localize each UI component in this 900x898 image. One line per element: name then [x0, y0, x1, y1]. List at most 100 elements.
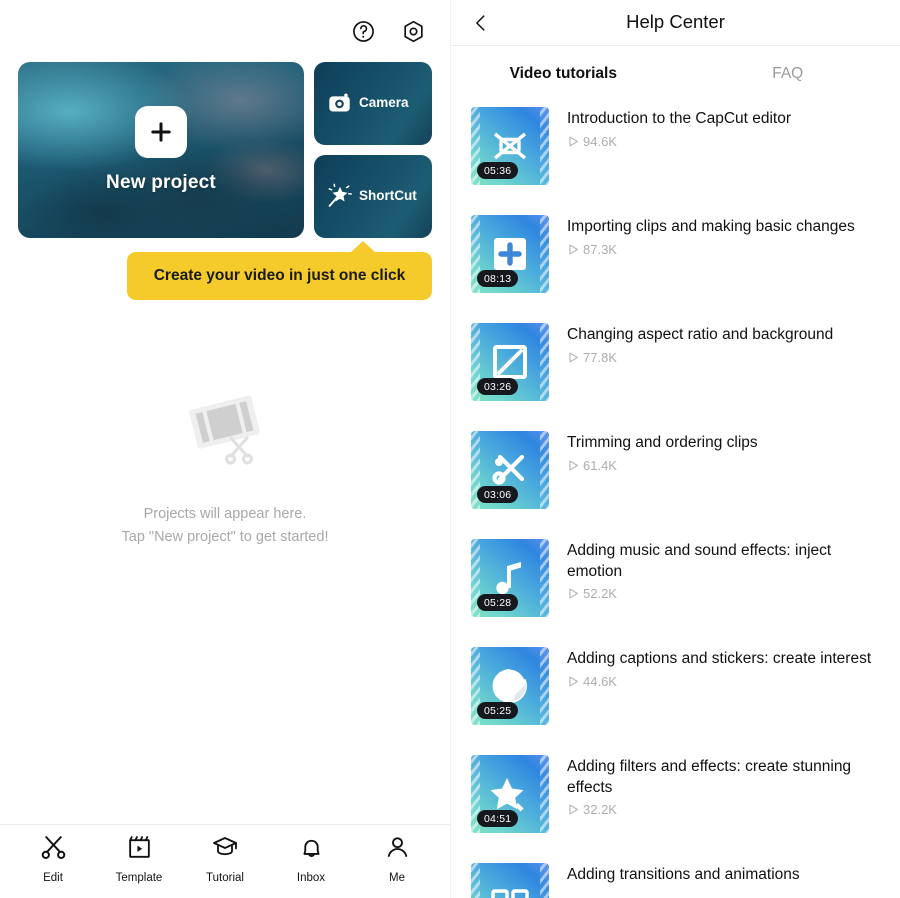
- video-title: Importing clips and making basic changes: [567, 218, 855, 235]
- chevron-left-icon[interactable]: [469, 11, 493, 35]
- new-project-card[interactable]: New project: [18, 62, 304, 238]
- person-icon: [384, 834, 411, 866]
- video-meta: Adding filters and effects: create stunn…: [567, 755, 880, 843]
- video-tutorial-list: 05:36 Introduction to the CapCut editor …: [451, 101, 900, 898]
- video-views: 44.6K: [567, 674, 880, 689]
- video-meta: Introduction to the CapCut editor 94.6K: [567, 107, 880, 195]
- camera-card-label: Camera: [359, 95, 409, 111]
- nav-item-template[interactable]: Template: [102, 834, 176, 884]
- help-icon[interactable]: [350, 18, 376, 44]
- video-thumbnail: 05:36: [471, 107, 549, 185]
- video-title: Adding music and sound effects: inject e…: [567, 542, 832, 580]
- list-item[interactable]: 03:26 Changing aspect ratio and backgrou…: [451, 317, 900, 425]
- home-header: [0, 0, 450, 62]
- nav-item-edit[interactable]: Edit: [16, 834, 90, 884]
- video-meta: Adding music and sound effects: inject e…: [567, 539, 880, 627]
- video-thumbnail: 04:51: [471, 755, 549, 833]
- video-title: Changing aspect ratio and background: [567, 326, 834, 343]
- shortcut-card[interactable]: ShortCut: [314, 155, 432, 238]
- settings-icon[interactable]: [400, 18, 426, 44]
- play-triangle-icon: [569, 244, 578, 255]
- nav-item-tutorial[interactable]: Tutorial: [188, 833, 262, 884]
- app-root: New project Camera ShortCut Create your …: [0, 0, 900, 898]
- video-meta: Adding transitions and animations: [567, 863, 880, 898]
- empty-state-line1: Projects will appear here.: [143, 506, 307, 522]
- video-meta: Adding captions and stickers: create int…: [567, 647, 880, 735]
- video-duration: 03:06: [477, 486, 519, 503]
- shortcut-card-label: ShortCut: [359, 188, 417, 204]
- video-title: Adding transitions and animations: [567, 866, 800, 883]
- help-center-header: Help Center: [451, 0, 900, 46]
- film-scissors-icon: [177, 384, 273, 479]
- list-item[interactable]: 05:25 Adding captions and stickers: crea…: [451, 641, 900, 749]
- video-views-count: 77.8K: [583, 349, 617, 365]
- video-views-count: 32.2K: [583, 802, 617, 818]
- new-project-label: New project: [106, 172, 216, 193]
- graduation-cap-icon: [211, 833, 239, 866]
- camera-icon: [326, 91, 352, 117]
- nav-label-me: Me: [389, 871, 405, 884]
- video-thumbnail: 05:25: [471, 647, 549, 725]
- video-views: 94.6K: [567, 134, 880, 149]
- video-views: 61.4K: [567, 458, 880, 473]
- create-video-tooltip[interactable]: Create your video in just one click: [127, 241, 432, 300]
- video-meta: Importing clips and making basic changes…: [567, 215, 880, 303]
- play-triangle-icon: [569, 676, 578, 687]
- nav-label-template: Template: [115, 871, 163, 884]
- video-views: 77.8K: [567, 350, 880, 365]
- play-triangle-icon: [569, 136, 578, 147]
- home-panel: New project Camera ShortCut Create your …: [0, 0, 450, 898]
- tooltip-container: Create your video in just one click: [0, 241, 432, 300]
- tab-video-tutorials[interactable]: Video tutorials: [451, 65, 676, 83]
- list-item[interactable]: 04:51 Adding filters and effects: create…: [451, 749, 900, 857]
- video-views-count: 87.3K: [583, 241, 617, 257]
- transition-icon: [471, 863, 549, 898]
- bottom-navigation: Edit Template Tutorial Inbox Me: [0, 824, 450, 898]
- video-views: 52.2K: [567, 586, 880, 601]
- list-item[interactable]: 03:06 Trimming and ordering clips 61.4K: [451, 425, 900, 533]
- empty-state-text: Projects will appear here. Tap "New proj…: [122, 503, 329, 549]
- video-duration: 03:26: [477, 378, 519, 395]
- help-center-tabs: Video tutorials FAQ: [451, 46, 900, 101]
- video-thumbnail: 05:28: [471, 539, 549, 617]
- home-action-cards: New project Camera ShortCut: [0, 62, 450, 238]
- camera-card[interactable]: Camera: [314, 62, 432, 145]
- video-thumbnail: 03:06: [471, 431, 549, 509]
- video-title: Adding filters and effects: create stunn…: [567, 758, 852, 796]
- video-duration: 05:28: [477, 594, 519, 611]
- tab-faq[interactable]: FAQ: [676, 65, 900, 83]
- play-triangle-icon: [569, 804, 578, 815]
- bell-icon: [298, 834, 325, 866]
- projects-empty-state: Projects will appear here. Tap "New proj…: [0, 300, 450, 824]
- video-views: 32.2K: [567, 802, 880, 817]
- video-thumbnail: 03:26: [471, 323, 549, 401]
- video-views-count: 61.4K: [583, 457, 617, 473]
- play-triangle-icon: [569, 588, 578, 599]
- play-triangle-icon: [569, 352, 578, 363]
- video-meta: Changing aspect ratio and background 77.…: [567, 323, 880, 411]
- empty-state-line2: Tap "New project" to get started!: [121, 529, 329, 546]
- scissors-icon: [40, 834, 67, 866]
- video-thumbnail: [471, 863, 549, 898]
- nav-item-inbox[interactable]: Inbox: [274, 834, 348, 884]
- magic-wand-icon: [326, 183, 352, 210]
- video-title: Adding captions and stickers: create int…: [567, 650, 872, 667]
- plus-icon: [135, 106, 187, 158]
- video-duration: 04:51: [477, 810, 519, 827]
- nav-item-me[interactable]: Me: [360, 834, 434, 884]
- list-item[interactable]: Adding transitions and animations: [451, 857, 900, 898]
- video-views: 87.3K: [567, 242, 880, 257]
- list-item[interactable]: 05:28 Adding music and sound effects: in…: [451, 533, 900, 641]
- nav-label-tutorial: Tutorial: [206, 872, 244, 884]
- list-item[interactable]: 05:36 Introduction to the CapCut editor …: [451, 101, 900, 209]
- side-action-cards: Camera ShortCut: [314, 62, 432, 238]
- video-thumbnail: 08:13: [471, 215, 549, 293]
- video-views-count: 44.6K: [583, 673, 617, 689]
- tooltip-text: Create your video in just one click: [153, 267, 406, 284]
- nav-label-edit: Edit: [43, 871, 63, 884]
- video-duration: 05:25: [477, 702, 519, 719]
- page-title: Help Center: [626, 11, 725, 32]
- list-item[interactable]: 08:13 Importing clips and making basic c…: [451, 209, 900, 317]
- video-views-count: 94.6K: [583, 133, 617, 149]
- video-duration: 05:36: [477, 162, 519, 179]
